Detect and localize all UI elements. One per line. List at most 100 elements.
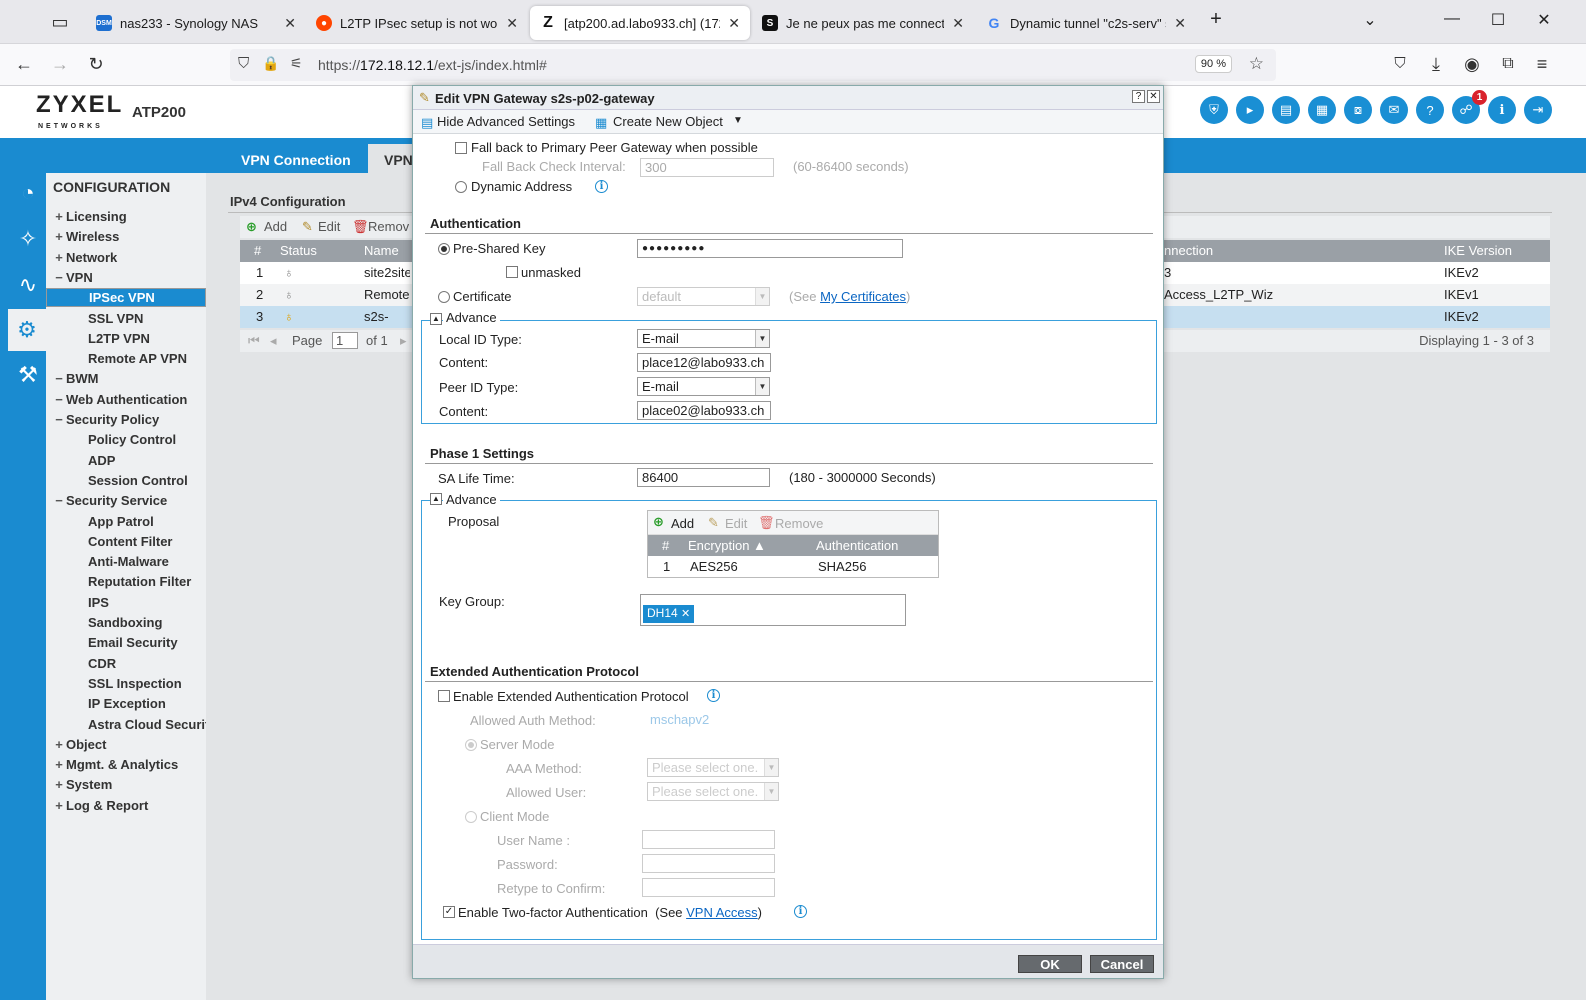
allowed-user-select[interactable]: Please select one. ▼	[647, 782, 779, 801]
sidebar-item-ssl-vpn[interactable]: SSL VPN	[46, 309, 206, 329]
aaa-method-select[interactable]: Please select one. ▼	[647, 758, 779, 777]
sidebar-item-anti-malware[interactable]: Anti-Malware	[46, 552, 206, 572]
sidebar-item-app-patrol[interactable]: App Patrol	[46, 512, 206, 532]
expand-plus-icon[interactable]: +	[52, 775, 66, 795]
maintenance-tools-icon[interactable]: ⚒	[10, 357, 46, 393]
sidebar-item-cdr[interactable]: CDR	[46, 654, 206, 674]
sidebar-item-ssl-inspection[interactable]: SSL Inspection	[46, 674, 206, 694]
sidebar-item-email-security[interactable]: Email Security	[46, 633, 206, 653]
tab-vpn[interactable]: VPN	[384, 152, 413, 168]
next-page-icon[interactable]: ▸	[400, 330, 407, 352]
hide-advanced-settings-button[interactable]: Hide Advanced Settings	[437, 114, 575, 129]
sidebar-item-log-report[interactable]: + Log & Report	[46, 796, 206, 816]
client-mode-radio[interactable]	[465, 811, 477, 823]
add-icon[interactable]: ⊕	[653, 514, 664, 530]
remove-tag-icon[interactable]: ✕	[681, 608, 690, 620]
sidebar-item-l2tp-vpn[interactable]: L2TP VPN	[46, 329, 206, 349]
add-icon[interactable]: ⊕	[246, 216, 257, 238]
sidebar-item-mgmt-analytics[interactable]: + Mgmt. & Analytics	[46, 755, 206, 775]
collapse-minus-icon[interactable]: −	[52, 410, 66, 430]
back-arrow-icon[interactable]: ←	[12, 54, 36, 74]
enable-xauth-checkbox[interactable]	[438, 690, 450, 702]
sidebar-item-reputation-filter[interactable]: Reputation Filter	[46, 572, 206, 592]
expand-plus-icon[interactable]: +	[52, 248, 66, 268]
sidebar-item-ips[interactable]: IPS	[46, 593, 206, 613]
sidebar-item-adp[interactable]: ADP	[46, 451, 206, 471]
col-encryption[interactable]: Encryption ▲	[688, 538, 766, 553]
collapse-minus-icon[interactable]: −	[52, 491, 66, 511]
server-mode-radio[interactable]	[465, 739, 477, 751]
expand-plus-icon[interactable]: +	[52, 755, 66, 775]
vpn-access-link[interactable]: VPN Access	[686, 905, 758, 920]
lock-warning-icon[interactable]: 🔒	[262, 55, 279, 72]
zoom-level-button[interactable]: 90 %	[1194, 55, 1232, 73]
account-icon[interactable]: ◉	[1460, 54, 1484, 74]
security-shield-icon[interactable]: ⛨	[1200, 96, 1228, 124]
sidebar-item-ipsec-vpn[interactable]: IPSec VPN	[46, 288, 206, 308]
dialog-title-bar[interactable]: ✎ Edit VPN Gateway s2s-p02-gateway ? ✕	[413, 86, 1163, 110]
dynamic-address-info-icon[interactable]: i	[595, 180, 608, 193]
tab-vpn-connection[interactable]: VPN Connection	[241, 152, 351, 168]
proposal-edit-button[interactable]: Edit	[725, 516, 747, 531]
monitor-pulse-icon[interactable]: ∿	[10, 267, 46, 303]
network-topology-icon[interactable]: ⧇	[1344, 96, 1372, 124]
local-content-input[interactable]: place12@labo933.ch	[637, 353, 771, 372]
object-reference-icon[interactable]: ▦	[1308, 96, 1336, 124]
close-tab-icon[interactable]: ✕	[952, 15, 964, 32]
dynamic-address-radio[interactable]	[455, 181, 467, 193]
pre-shared-key-input[interactable]: ●●●●●●●●●	[637, 239, 903, 258]
permissions-icon[interactable]: ⚟	[290, 55, 303, 72]
cli-icon[interactable]: ▤	[1272, 96, 1300, 124]
sidebar-item-vpn[interactable]: − VPN	[46, 268, 206, 288]
local-id-type-select[interactable]: E-mail ▼	[637, 329, 770, 348]
configuration-gear-icon[interactable]: ⚙	[8, 309, 46, 351]
col-authentication[interactable]: Authentication	[816, 538, 898, 553]
sidebar-item-remote-ap-vpn[interactable]: Remote AP VPN	[46, 349, 206, 369]
new-tab-icon[interactable]: +	[1206, 8, 1226, 31]
dashboard-gauge-icon[interactable]: ◔	[10, 175, 46, 211]
bg-edit-button[interactable]: Edit	[318, 216, 340, 238]
cancel-button[interactable]: Cancel	[1090, 955, 1154, 973]
dialog-close-icon[interactable]: ✕	[1147, 90, 1160, 103]
bg-add-button[interactable]: Add	[264, 216, 287, 238]
menu-hamburger-icon[interactable]: ≡	[1530, 54, 1554, 74]
peer-id-type-select[interactable]: E-mail ▼	[637, 377, 770, 396]
first-page-icon[interactable]: ⏮	[248, 330, 260, 352]
sidebar-item-bwm[interactable]: − BWM	[46, 369, 206, 389]
reload-icon[interactable]: ↻	[84, 54, 108, 74]
two-factor-info-icon[interactable]: i	[794, 905, 807, 918]
expand-plus-icon[interactable]: +	[52, 735, 66, 755]
wizard-icon[interactable]: ✧	[10, 221, 46, 257]
sa-life-time-input[interactable]: 86400	[637, 468, 770, 487]
proposal-remove-button[interactable]: Remove	[775, 516, 823, 531]
dialog-help-icon[interactable]: ?	[1132, 90, 1145, 103]
sidebar-item-security-policy[interactable]: − Security Policy	[46, 410, 206, 430]
sidebar-item-licensing[interactable]: + Licensing	[46, 207, 206, 227]
bg-remove-button[interactable]: Remov	[368, 216, 409, 238]
sidebar-item-astra-cloud-security[interactable]: Astra Cloud Security	[46, 715, 206, 735]
bookmark-star-icon[interactable]: ☆	[1249, 54, 1264, 74]
help-icon[interactable]: ?	[1416, 96, 1444, 124]
close-tab-icon[interactable]: ✕	[1174, 15, 1186, 32]
close-tab-icon[interactable]: ✕	[728, 15, 740, 32]
certificate-radio[interactable]	[438, 291, 450, 303]
remove-icon[interactable]: 🗑	[758, 515, 775, 531]
sidebar-item-object[interactable]: + Object	[46, 735, 206, 755]
sidebar-item-security-service[interactable]: − Security Service	[46, 491, 206, 511]
collapse-minus-icon[interactable]: −	[52, 390, 66, 410]
dropdown-triangle-icon[interactable]: ▼	[733, 115, 743, 126]
page-number-input[interactable]: 1	[332, 332, 358, 349]
sidebar-item-network[interactable]: + Network	[46, 248, 206, 268]
url-bar[interactable]: ⛉ 🔒 ⚟ https://172.18.12.1/ext-js/index.h…	[230, 49, 1276, 81]
chat-icon[interactable]: ✉	[1380, 96, 1408, 124]
prev-page-icon[interactable]: ◂	[270, 330, 277, 352]
sidebar-item-system[interactable]: + System	[46, 775, 206, 795]
retype-input[interactable]	[642, 878, 775, 897]
pre-shared-key-radio[interactable]	[438, 243, 450, 255]
browser-tab-4[interactable]: S Je ne peux pas me connecter au ✕	[752, 6, 974, 40]
unmasked-checkbox[interactable]	[506, 266, 518, 278]
xauth-info-icon[interactable]: i	[707, 689, 720, 702]
sidebar-item-web-authentication[interactable]: − Web Authentication	[46, 390, 206, 410]
maximize-window-icon[interactable]: ☐	[1488, 10, 1508, 30]
collapse-advance-icon[interactable]: ▲	[430, 313, 442, 325]
